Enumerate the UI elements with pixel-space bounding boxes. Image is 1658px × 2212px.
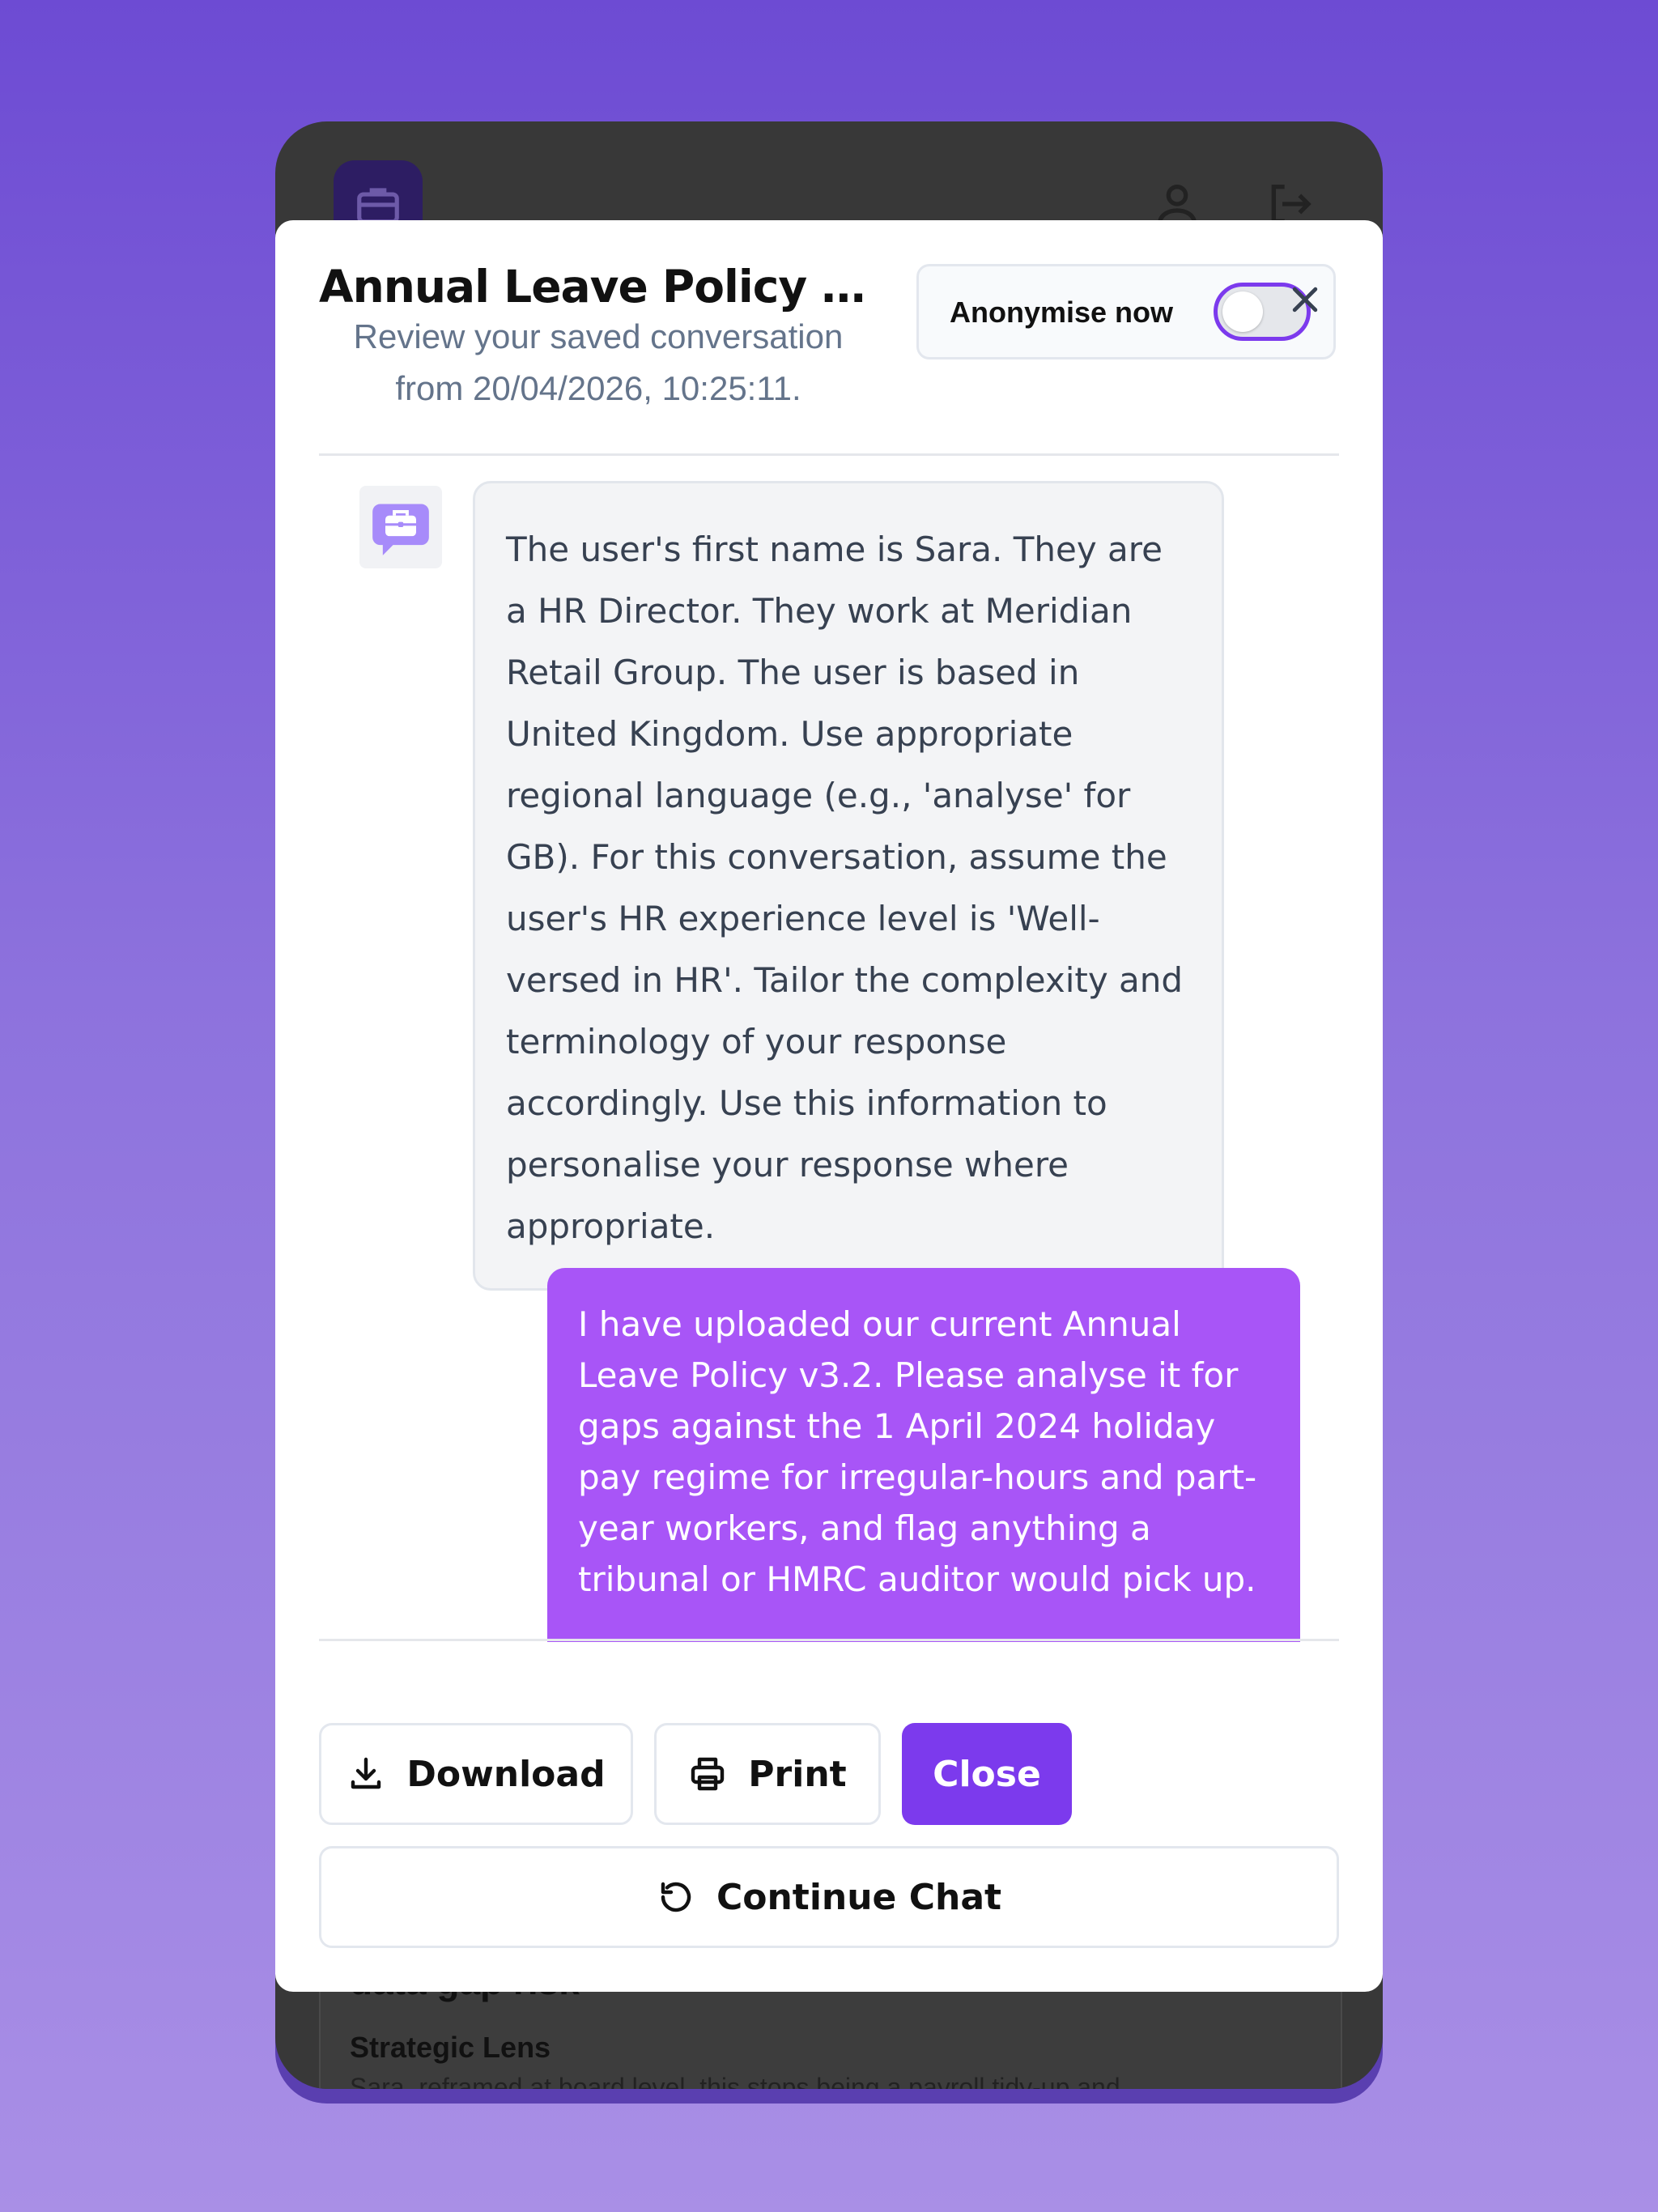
print-button[interactable]: Print xyxy=(654,1723,881,1825)
background-card-text: Sara, reframed at board level, this stop… xyxy=(350,2073,1120,2089)
continue-chat-button[interactable]: Continue Chat xyxy=(319,1846,1339,1948)
background-card-subtitle: Strategic Lens xyxy=(350,2031,551,2064)
anonymise-control: Anonymise now xyxy=(916,264,1336,359)
download-label: Download xyxy=(406,1753,606,1795)
close-icon[interactable] xyxy=(1287,282,1323,317)
close-button[interactable]: Close xyxy=(902,1723,1072,1825)
refresh-icon xyxy=(661,1882,691,1912)
download-button[interactable]: Download xyxy=(319,1723,633,1825)
anonymise-label: Anonymise now xyxy=(950,296,1174,329)
assistant-avatar xyxy=(359,486,442,568)
footer-divider xyxy=(319,1639,1339,1641)
print-label: Print xyxy=(748,1753,847,1795)
printer-icon xyxy=(691,1757,725,1791)
assistant-message: The user's first name is Sara. They are … xyxy=(473,481,1224,1291)
conversation-modal: Annual Leave Policy v3.2 ... Review your… xyxy=(275,220,1383,1992)
user-message: I have uploaded our current Annual Leave… xyxy=(547,1268,1300,1642)
toggle-knob xyxy=(1222,291,1263,332)
modal-subtitle: Review your saved conversation from 20/0… xyxy=(353,317,844,407)
download-icon xyxy=(351,1757,381,1789)
continue-chat-label: Continue Chat xyxy=(716,1876,1002,1918)
chat-briefcase-icon xyxy=(372,504,429,555)
modal-title: Annual Leave Policy v3.2 ... xyxy=(319,261,886,313)
chat-transcript[interactable]: The user's first name is Sara. They are … xyxy=(319,455,1339,1642)
close-label: Close xyxy=(933,1753,1041,1795)
